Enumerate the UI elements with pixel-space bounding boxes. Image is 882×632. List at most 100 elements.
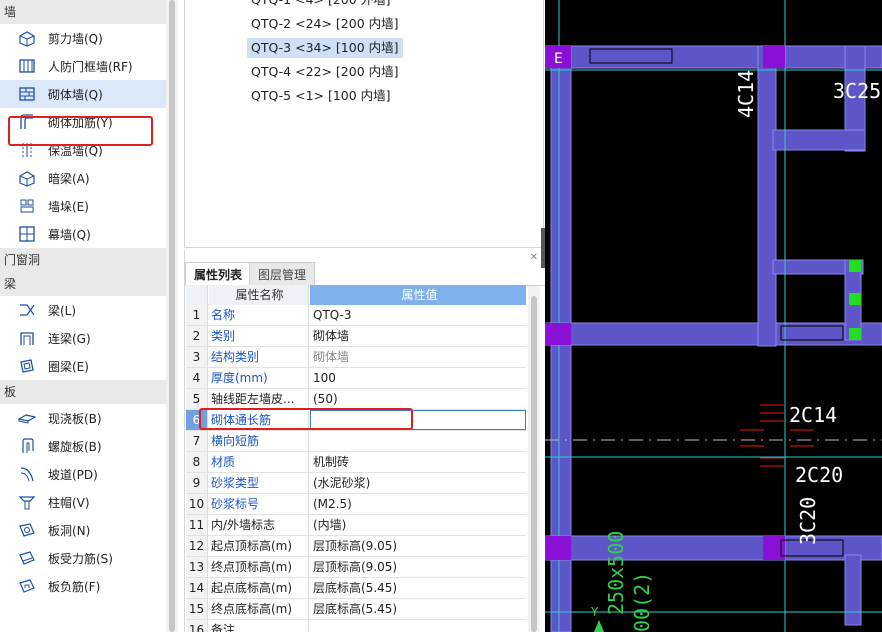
wall-segment xyxy=(844,554,862,626)
property-row[interactable]: 1 名称 QTQ-3 xyxy=(186,305,526,326)
property-row[interactable]: 9 砂浆类型 (水泥砂浆) xyxy=(186,473,526,494)
rebar-label-4c14: 4C14 xyxy=(734,70,758,118)
slab-negative-rebar-icon xyxy=(18,577,36,595)
tree-section-header[interactable]: 门窗洞 xyxy=(0,248,166,272)
shear-wall-icon xyxy=(18,29,36,47)
property-row[interactable]: 5 轴线距左墙皮... (50) xyxy=(186,389,526,410)
tree-item[interactable]: 板受力筋(S) xyxy=(0,544,166,572)
cad-drawing-canvas[interactable]: E 4C14 3C25 2C14 2C20 3C20 250x500 00(2) Y xyxy=(545,0,882,632)
property-row[interactable]: 10 砂浆标号 (M2.5) xyxy=(186,494,526,515)
property-row-number: 11 xyxy=(186,515,208,535)
tree-item-label: 柱帽(V) xyxy=(48,495,90,510)
tree-item-label: 圈梁(E) xyxy=(48,359,89,374)
tree-item[interactable]: 现浇板(B) xyxy=(0,404,166,432)
tree-item-label: 坡道(PD) xyxy=(48,467,98,482)
property-value[interactable]: QTQ-3 xyxy=(310,305,526,325)
property-value[interactable]: 机制砖 xyxy=(310,452,526,472)
tree-scrollbar[interactable] xyxy=(166,0,178,632)
property-value[interactable]: (内墙) xyxy=(310,515,526,535)
tree-scrollbar-thumb[interactable] xyxy=(169,0,175,632)
property-value[interactable]: (50) xyxy=(310,389,526,409)
beam-size-label: 250x500 xyxy=(604,531,628,615)
node-marker xyxy=(849,328,861,340)
property-row-number: 12 xyxy=(186,536,208,556)
property-row-number: 2 xyxy=(186,326,208,346)
property-row[interactable]: 12 起点顶标高(m) 层顶标高(9.05) xyxy=(186,536,526,557)
tree-item[interactable]: 砌体墙(Q) xyxy=(0,80,166,108)
property-row-number: 16 xyxy=(186,620,208,632)
highlight-box-property xyxy=(199,408,413,430)
component-list-item[interactable]: QTQ-1 <4> [200 外墙] xyxy=(247,0,395,10)
property-row-number: 9 xyxy=(186,473,208,493)
property-row[interactable]: 7 横向短筋 xyxy=(186,431,526,452)
tree-item[interactable]: 连梁(G) xyxy=(0,324,166,352)
tree-item[interactable]: 坡道(PD) xyxy=(0,460,166,488)
tree-item[interactable]: 板洞(N) xyxy=(0,516,166,544)
tree-item[interactable]: 梁(L) xyxy=(0,296,166,324)
property-row-number: 13 xyxy=(186,557,208,577)
component-list-item-selected[interactable]: QTQ-3 <34> [100 内墙] xyxy=(247,38,403,58)
tree-item[interactable]: 板负筋(F) xyxy=(0,572,166,600)
rebar-label-2c20: 2C20 xyxy=(795,463,843,487)
component-list-panel: QTQ-1 <4> [200 外墙] QTQ-2 <24> [200 内墙] Q… xyxy=(184,0,544,248)
property-row[interactable]: 16 备注 xyxy=(186,620,526,632)
property-name: 内/外墙标志 xyxy=(209,515,309,535)
property-value[interactable]: (水泥砂浆) xyxy=(310,473,526,493)
property-name: 起点顶标高(m) xyxy=(209,536,309,556)
tree-item[interactable]: 螺旋板(B) xyxy=(0,432,166,460)
axis-label-e: E xyxy=(554,51,563,67)
rebar-label-2c14: 2C14 xyxy=(789,403,837,427)
hidden-beam-icon xyxy=(18,169,36,187)
property-row[interactable]: 11 内/外墙标志 (内墙) xyxy=(186,515,526,536)
node-marker xyxy=(849,293,861,305)
tree-item-label: 现浇板(B) xyxy=(48,411,102,426)
property-row[interactable]: 2 类别 砌体墙 xyxy=(186,326,526,347)
cast-slab-icon xyxy=(18,409,36,427)
property-value[interactable]: 层顶标高(9.05) xyxy=(310,557,526,577)
tree-item-label: 板洞(N) xyxy=(48,523,91,538)
tree-item[interactable]: 圈梁(E) xyxy=(0,352,166,380)
tree-item[interactable]: 柱帽(V) xyxy=(0,488,166,516)
tree-item-label: 梁(L) xyxy=(48,303,77,318)
tree-item[interactable]: 幕墙(Q) xyxy=(0,220,166,248)
property-name: 砂浆标号 xyxy=(209,494,309,514)
tree-item[interactable]: 暗梁(A) xyxy=(0,164,166,192)
property-value[interactable]: 层底标高(5.45) xyxy=(310,599,526,619)
property-row-number: 7 xyxy=(186,431,208,451)
tree-item-label: 幕墙(Q) xyxy=(48,227,91,242)
tree-item[interactable]: 剪力墙(Q) xyxy=(0,24,166,52)
property-value[interactable]: 100 xyxy=(310,368,526,388)
property-value[interactable] xyxy=(310,620,526,632)
property-value[interactable]: (M2.5) xyxy=(310,494,526,514)
tree-item-label: 墙垛(E) xyxy=(48,199,89,214)
wall-segment xyxy=(772,129,866,151)
component-list-item[interactable]: QTQ-5 <1> [100 内墙] xyxy=(247,86,395,106)
property-row[interactable]: 14 起点底标高(m) 层底标高(5.45) xyxy=(186,578,526,599)
property-scrollbar-thumb[interactable] xyxy=(531,296,537,632)
tree-item[interactable]: 墙垛(E) xyxy=(0,192,166,220)
property-value[interactable] xyxy=(310,431,526,451)
property-value[interactable]: 层顶标高(9.05) xyxy=(310,536,526,556)
property-value[interactable]: 砌体墙 xyxy=(310,326,526,346)
property-row[interactable]: 3 结构类别 砌体墙 xyxy=(186,347,526,368)
tab-layer-management[interactable]: 图层管理 xyxy=(249,262,316,286)
property-name: 终点顶标高(m) xyxy=(209,557,309,577)
tree-section-header[interactable]: 墙 xyxy=(0,0,166,24)
property-row[interactable]: 8 材质 机制砖 xyxy=(186,452,526,473)
tree-section-header[interactable]: 梁 xyxy=(0,272,166,296)
property-scrollbar[interactable] xyxy=(528,286,540,632)
tree-section-header[interactable]: 板 xyxy=(0,380,166,404)
property-row[interactable]: 13 终点顶标高(m) 层顶标高(9.05) xyxy=(186,557,526,578)
component-list-item[interactable]: QTQ-2 <24> [200 内墙] xyxy=(247,14,403,34)
tab-property-list[interactable]: 属性列表 xyxy=(185,262,252,286)
component-list-item[interactable]: QTQ-4 <22> [200 内墙] xyxy=(247,62,403,82)
property-value[interactable]: 层底标高(5.45) xyxy=(310,578,526,598)
property-row[interactable]: 4 厚度(mm) 100 xyxy=(186,368,526,389)
spiral-slab-icon xyxy=(18,437,36,455)
cad-drawing[interactable]: E 4C14 3C25 2C14 2C20 3C20 250x500 00(2) Y xyxy=(545,0,882,632)
property-value[interactable]: 砌体墙 xyxy=(310,347,526,367)
property-name: 砂浆类型 xyxy=(209,473,309,493)
tree-item[interactable]: 人防门框墙(RF) xyxy=(0,52,166,80)
node-marker xyxy=(849,260,861,272)
property-row[interactable]: 15 终点底标高(m) 层底标高(5.45) xyxy=(186,599,526,620)
